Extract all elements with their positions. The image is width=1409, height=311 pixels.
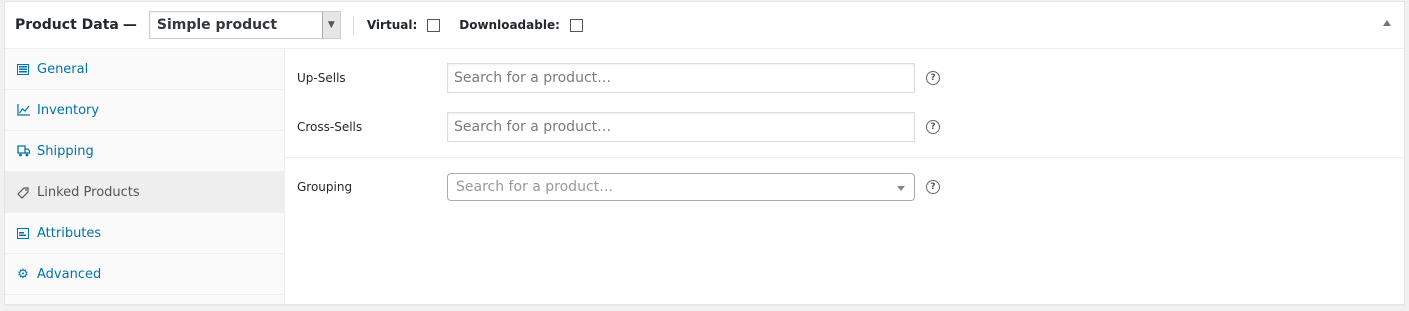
tab-inventory[interactable]: Inventory: [5, 90, 284, 131]
chevron-down-icon: [897, 186, 905, 191]
downloadable-checkbox[interactable]: [569, 18, 583, 32]
tab-general[interactable]: General: [5, 49, 284, 90]
upsells-row: Up-Sells Search for a product… ?: [286, 63, 1404, 93]
crosssells-row: Cross-Sells Search for a product… ?: [286, 112, 1404, 142]
panel-title: Product Data: [15, 17, 119, 33]
list-icon: [16, 226, 30, 240]
crosssells-placeholder: Search for a product…: [454, 119, 612, 135]
linked-products-content: Up-Sells Search for a product… ? Cross-S…: [286, 49, 1404, 304]
grouping-select[interactable]: Search for a product…: [447, 173, 915, 201]
help-icon[interactable]: ?: [926, 71, 940, 85]
tab-shipping[interactable]: Shipping: [5, 131, 284, 172]
tab-label: Attributes: [37, 225, 102, 241]
tab-advanced[interactable]: ⚙ Advanced: [5, 254, 284, 295]
section-divider: [286, 157, 1404, 158]
tab-label: Advanced: [37, 266, 102, 282]
upsells-label: Up-Sells: [297, 71, 346, 85]
virtual-label: Virtual:: [366, 18, 418, 32]
crosssells-search-input[interactable]: Search for a product…: [447, 112, 915, 142]
product-data-panel: Product Data — Simple product ▼ Virtual:…: [4, 1, 1405, 305]
product-type-select[interactable]: Simple product ▼: [148, 11, 341, 39]
truck-icon: [16, 144, 30, 158]
panel-header: Product Data — Simple product ▼ Virtual:…: [5, 2, 1404, 49]
downloadable-label: Downloadable:: [459, 18, 560, 32]
upsells-search-input[interactable]: Search for a product…: [447, 63, 915, 93]
gear-icon: ⚙: [17, 266, 29, 282]
link-icon: [16, 185, 30, 199]
grouping-row: Grouping Search for a product… ?: [286, 173, 1404, 201]
crosssells-label: Cross-Sells: [297, 120, 363, 134]
header-separator: [352, 15, 354, 35]
table-icon: [16, 62, 30, 76]
tab-label: Shipping: [37, 143, 94, 159]
virtual-checkbox[interactable]: [427, 18, 441, 32]
grouping-placeholder: Search for a product…: [456, 179, 614, 195]
tab-attributes[interactable]: Attributes: [5, 213, 284, 254]
grouping-label: Grouping: [297, 180, 353, 194]
chart-line-icon: [16, 103, 30, 117]
help-icon[interactable]: ?: [926, 180, 940, 194]
collapse-toggle-icon[interactable]: [1383, 20, 1391, 26]
tab-label: Inventory: [37, 102, 100, 118]
product-data-tabs: General Inventory Shipping Linked Produc…: [5, 49, 285, 304]
tab-label: General: [37, 61, 89, 77]
tab-linked-products[interactable]: Linked Products: [5, 172, 284, 213]
tab-label: Linked Products: [37, 184, 140, 200]
chevron-down-icon: ▼: [321, 12, 340, 38]
help-icon[interactable]: ?: [926, 120, 940, 134]
title-dash: —: [122, 17, 137, 33]
upsells-placeholder: Search for a product…: [454, 70, 612, 86]
product-type-value: Simple product: [156, 17, 278, 33]
